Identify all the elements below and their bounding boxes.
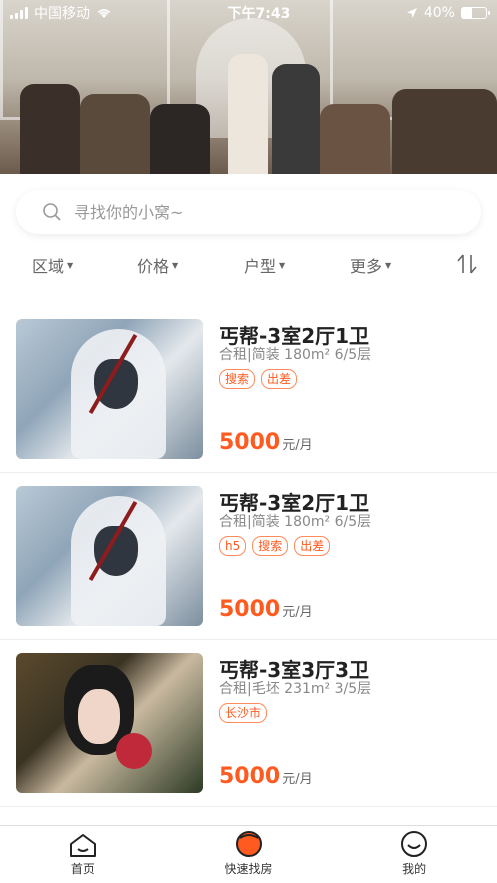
signal-strength-icon xyxy=(10,7,28,19)
search-bar[interactable] xyxy=(16,190,481,234)
battery-level-fill xyxy=(461,8,472,18)
listing-tag: h5 xyxy=(219,536,247,556)
quick-find-icon xyxy=(235,831,262,857)
listing-meta: 合租|毛坯 231m² 3/5层 xyxy=(219,681,372,697)
listing-tag: 出差 xyxy=(261,369,298,389)
tab-home[interactable]: 首页 xyxy=(0,826,166,883)
sort-icon[interactable] xyxy=(455,252,479,276)
listing-thumbnail xyxy=(16,486,203,626)
banner-guest xyxy=(320,104,390,174)
listing-thumbnail xyxy=(16,653,203,793)
caret-down-icon: ▼ xyxy=(67,260,74,270)
listing-thumbnail xyxy=(16,319,203,459)
filter-layout[interactable]: 户型 ▼ xyxy=(244,253,285,277)
bottom-tab-bar: 首页 快速找房 我的 xyxy=(0,825,497,883)
carrier-name: 中国移动 xyxy=(34,6,90,22)
battery-icon xyxy=(460,7,490,19)
price-unit: 元/月 xyxy=(282,605,313,620)
listing-tag: 搜索 xyxy=(219,369,256,389)
listing-tag: 搜索 xyxy=(252,536,289,556)
listing-price: 5000 元/月 xyxy=(219,764,313,789)
price-value: 5000 xyxy=(219,597,281,622)
price-unit: 元/月 xyxy=(282,438,313,453)
listing-tags: h5 搜索 出差 xyxy=(219,536,331,556)
tab-quick-find[interactable]: 快速找房 xyxy=(166,826,332,883)
banner-guest xyxy=(80,94,150,174)
tab-label: 首页 xyxy=(70,862,95,876)
listing-item[interactable]: 丐帮-3室3厅3卫 合租|毛坯 231m² 3/5层 长沙市 5000 元/月 xyxy=(0,640,497,807)
listing-price: 5000 元/月 xyxy=(219,597,313,622)
listing-list: 丐帮-3室2厅1卫 合租|简装 180m² 6/5层 搜索 出差 5000 元/月… xyxy=(0,306,497,807)
thumbnail-face xyxy=(78,689,120,744)
price-value: 5000 xyxy=(219,430,281,455)
price-value: 5000 xyxy=(219,764,281,789)
filter-label: 户型 xyxy=(244,257,277,276)
top-banner-image xyxy=(0,0,497,174)
filter-bar: 区域 ▼ 价格 ▼ 户型 ▼ 更多 ▼ xyxy=(0,250,497,280)
listing-tag: 出差 xyxy=(294,536,331,556)
filter-label: 更多 xyxy=(350,257,383,276)
price-unit: 元/月 xyxy=(282,772,313,787)
banner-guest xyxy=(392,89,497,174)
thumbnail-flower xyxy=(116,733,152,769)
status-time: 下午7:43 xyxy=(227,6,291,22)
listing-item[interactable]: 丐帮-3室2厅1卫 合租|简装 180m² 6/5层 搜索 出差 5000 元/月 xyxy=(0,306,497,473)
tab-profile[interactable]: 我的 xyxy=(331,826,497,883)
listing-item[interactable]: 丐帮-3室2厅1卫 合租|简装 180m² 6/5层 h5 搜索 出差 5000… xyxy=(0,473,497,640)
filter-more[interactable]: 更多 ▼ xyxy=(350,253,391,277)
filter-label: 价格 xyxy=(137,257,170,276)
tab-label: 快速找房 xyxy=(224,862,273,876)
status-bar: 中国移动 下午7:43 40% xyxy=(0,0,497,26)
filter-area[interactable]: 区域 ▼ xyxy=(32,253,73,277)
battery-percentage: 40% xyxy=(423,5,455,21)
listing-tags: 搜索 出差 xyxy=(219,369,298,389)
location-arrow-icon xyxy=(406,8,417,18)
banner-guest xyxy=(20,84,80,174)
caret-down-icon: ▼ xyxy=(279,260,286,270)
listing-tag: 长沙市 xyxy=(219,703,268,723)
banner-guest xyxy=(150,104,210,174)
listing-meta: 合租|简装 180m² 6/5层 xyxy=(219,514,372,530)
profile-icon xyxy=(401,831,428,857)
banner-groom xyxy=(272,64,320,174)
caret-down-icon: ▼ xyxy=(172,260,179,270)
listing-tags: 长沙市 xyxy=(219,703,268,723)
filter-price[interactable]: 价格 ▼ xyxy=(137,253,178,277)
wifi-icon xyxy=(97,9,111,18)
home-icon xyxy=(69,834,96,857)
caret-down-icon: ▼ xyxy=(385,260,392,270)
banner-bride xyxy=(228,54,268,174)
listing-meta: 合租|简装 180m² 6/5层 xyxy=(219,347,372,363)
listing-price: 5000 元/月 xyxy=(219,430,313,455)
tab-label: 我的 xyxy=(402,862,427,876)
search-icon xyxy=(43,203,61,221)
filter-label: 区域 xyxy=(32,257,65,276)
search-input[interactable] xyxy=(74,202,454,222)
